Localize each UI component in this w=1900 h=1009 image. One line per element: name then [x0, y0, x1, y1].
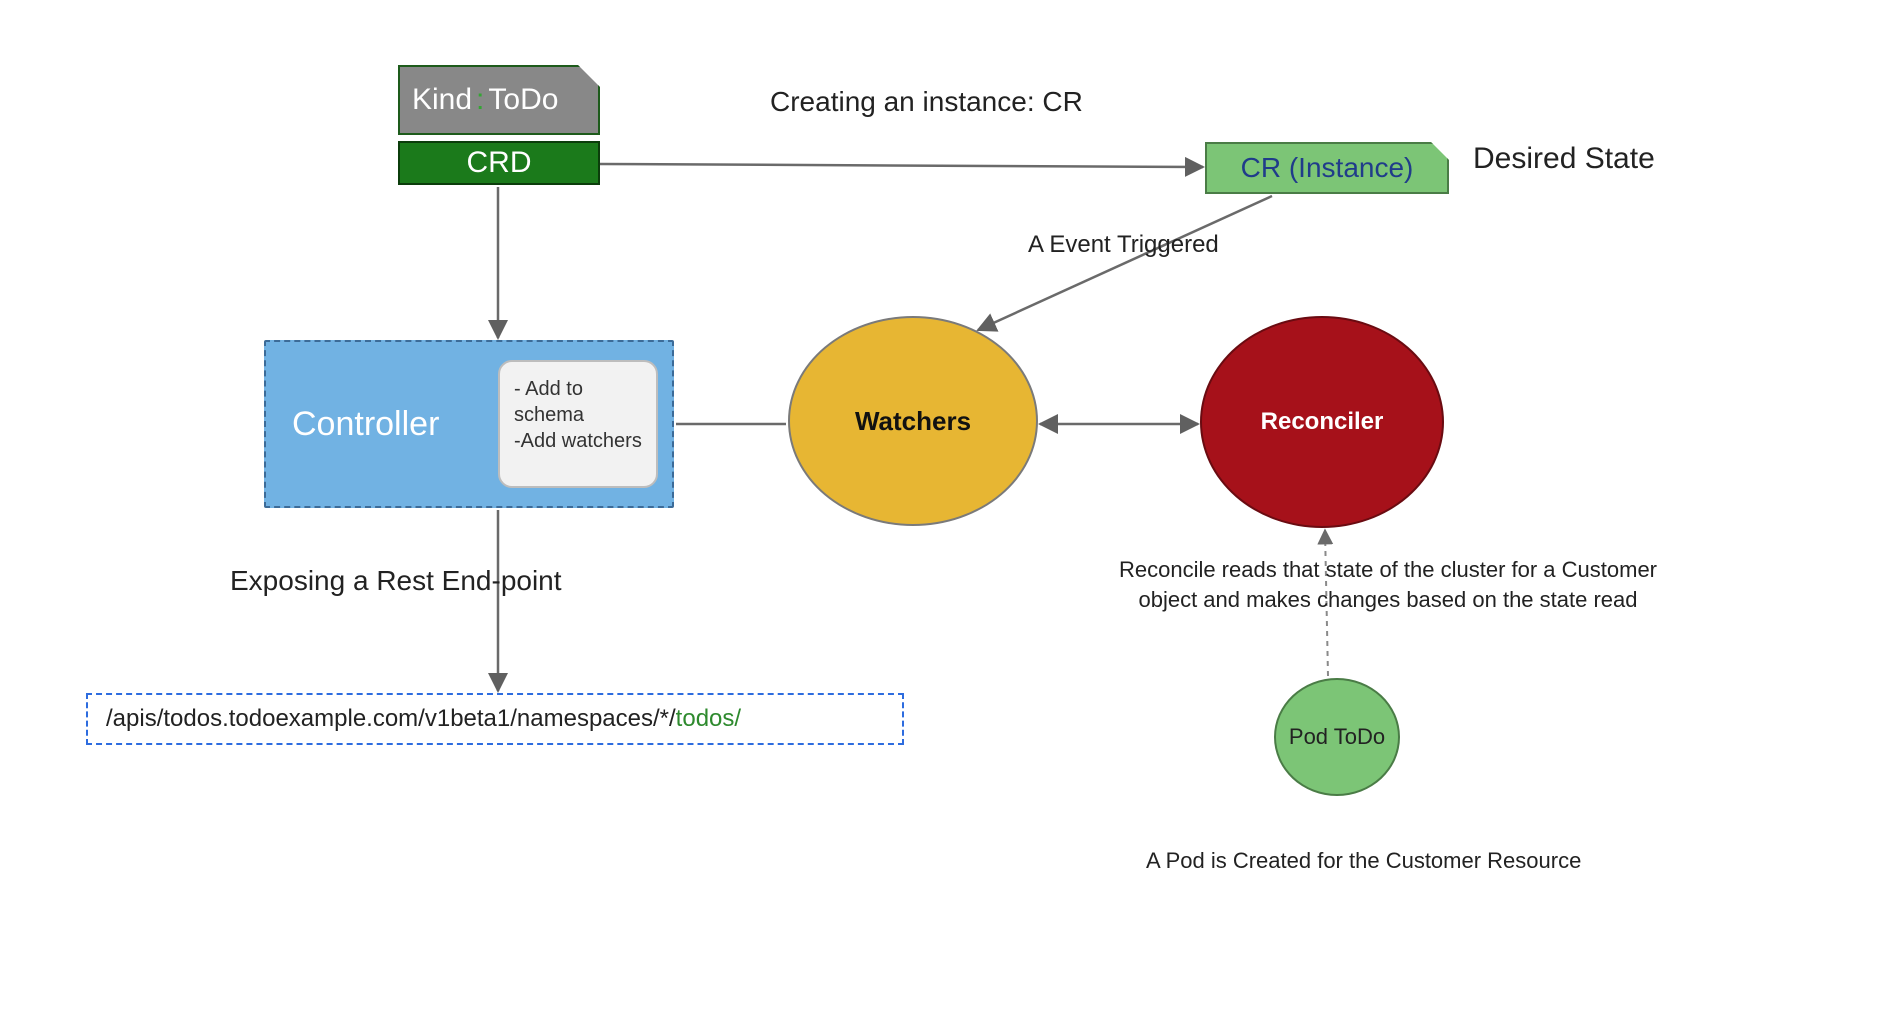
watchers-node: Watchers — [788, 316, 1038, 526]
api-path-prefix: /apis/todos.todoexample.com/v1beta1/name… — [106, 705, 676, 733]
pod-todo-node: Pod ToDo — [1274, 678, 1400, 796]
cr-instance-label: CR (Instance) — [1241, 152, 1414, 184]
desired-state-label: Desired State — [1473, 142, 1673, 177]
controller-note-2: -Add watchers — [514, 428, 642, 454]
api-path-box: /apis/todos.todoexample.com/v1beta1/name… — [86, 693, 904, 745]
reconcile-description: Reconcile reads that state of the cluste… — [1098, 555, 1678, 614]
crd-box: CRD — [398, 141, 600, 185]
expose-rest-label: Exposing a Rest End-point — [230, 563, 562, 599]
controller-title: Controller — [292, 405, 439, 444]
kind-box: Kind : ToDo — [398, 65, 600, 135]
controller-box: Controller - Add to schema -Add watchers — [264, 340, 674, 508]
cr-instance-box: CR (Instance) — [1205, 142, 1449, 194]
reconciler-label: Reconciler — [1261, 408, 1384, 436]
creating-instance-label: Creating an instance: CR — [770, 85, 1083, 119]
watchers-label: Watchers — [855, 406, 971, 437]
crd-label: CRD — [467, 146, 532, 180]
pod-todo-label: Pod ToDo — [1289, 724, 1385, 750]
kind-key: Kind — [412, 83, 472, 117]
controller-notes: - Add to schema -Add watchers — [498, 360, 658, 488]
kind-separator: : — [476, 83, 484, 117]
reconciler-node: Reconciler — [1200, 316, 1444, 528]
api-path-resource: todos/ — [676, 705, 741, 733]
pod-created-description: A Pod is Created for the Customer Resour… — [1146, 846, 1606, 876]
kind-value: ToDo — [488, 83, 558, 117]
event-triggered-label: A Event Triggered — [1028, 230, 1219, 260]
controller-note-1: - Add to schema — [514, 376, 642, 428]
